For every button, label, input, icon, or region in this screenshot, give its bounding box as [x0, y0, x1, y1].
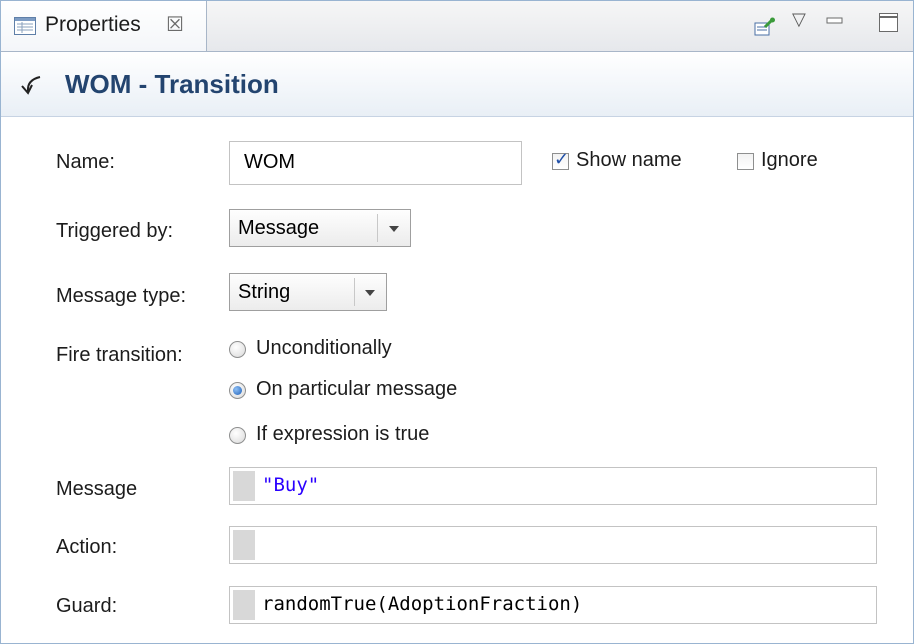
action-code-field[interactable] [229, 526, 877, 564]
view-tab-bar: Properties ☒ ▽ [1, 1, 913, 52]
triggered-by-label: Triggered by: [56, 220, 174, 242]
name-label: Name: [56, 151, 115, 173]
checkmark-icon: ✓ [554, 149, 570, 169]
section-title-bar: WOM - Transition [1, 52, 913, 117]
radio-on-particular-message-label: On particular message [256, 378, 458, 400]
message-code-value: "Buy" [262, 474, 320, 496]
radio-selected-dot [233, 386, 242, 395]
guard-code-field[interactable]: randomTrue(AdoptionFraction) [229, 586, 877, 624]
ignore-label: Ignore [761, 149, 818, 171]
triggered-by-value: Message [238, 217, 320, 239]
message-type-dropdown[interactable]: String [229, 273, 387, 311]
triggered-by-dropdown[interactable]: Message [229, 209, 411, 247]
ignore-checkbox[interactable] [737, 153, 754, 170]
show-name-checkbox[interactable]: ✓ [552, 149, 569, 170]
fire-transition-label: Fire transition: [56, 344, 183, 366]
chevron-down-icon [389, 226, 399, 232]
message-code-field[interactable]: "Buy" [229, 467, 877, 505]
message-type-value: String [238, 281, 291, 303]
name-field[interactable]: WOM [229, 141, 522, 185]
field-gutter [233, 530, 255, 560]
guard-label: Guard: [56, 595, 118, 617]
maximize-icon[interactable] [878, 12, 900, 39]
transition-arrow-icon [19, 74, 45, 101]
pin-to-view-icon[interactable] [754, 17, 776, 42]
properties-view: Properties ☒ ▽ WOM - Transition Name: WO… [0, 0, 914, 644]
message-type-label: Message type: [56, 285, 187, 307]
radio-on-particular-message[interactable] [229, 382, 246, 399]
minimize-icon[interactable] [826, 14, 844, 32]
guard-code-value: randomTrue(AdoptionFraction) [262, 593, 583, 615]
message-label: Message [56, 478, 138, 500]
properties-icon [14, 17, 36, 35]
radio-unconditionally-label: Unconditionally [256, 337, 392, 359]
page-title: WOM - Transition [65, 69, 279, 99]
tab-label: Properties [45, 13, 141, 36]
radio-if-expression-true[interactable] [229, 427, 246, 444]
radio-unconditionally[interactable] [229, 341, 246, 358]
view-menu-icon[interactable]: ▽ [792, 9, 806, 30]
show-name-label: Show name [576, 149, 682, 171]
field-gutter [233, 590, 255, 620]
action-label: Action: [56, 536, 118, 558]
tab-properties[interactable]: Properties ☒ [1, 1, 207, 51]
chevron-down-icon [365, 290, 375, 296]
close-icon[interactable]: ☒ [166, 12, 184, 37]
field-gutter [233, 471, 255, 501]
radio-if-expression-true-label: If expression is true [256, 423, 430, 445]
